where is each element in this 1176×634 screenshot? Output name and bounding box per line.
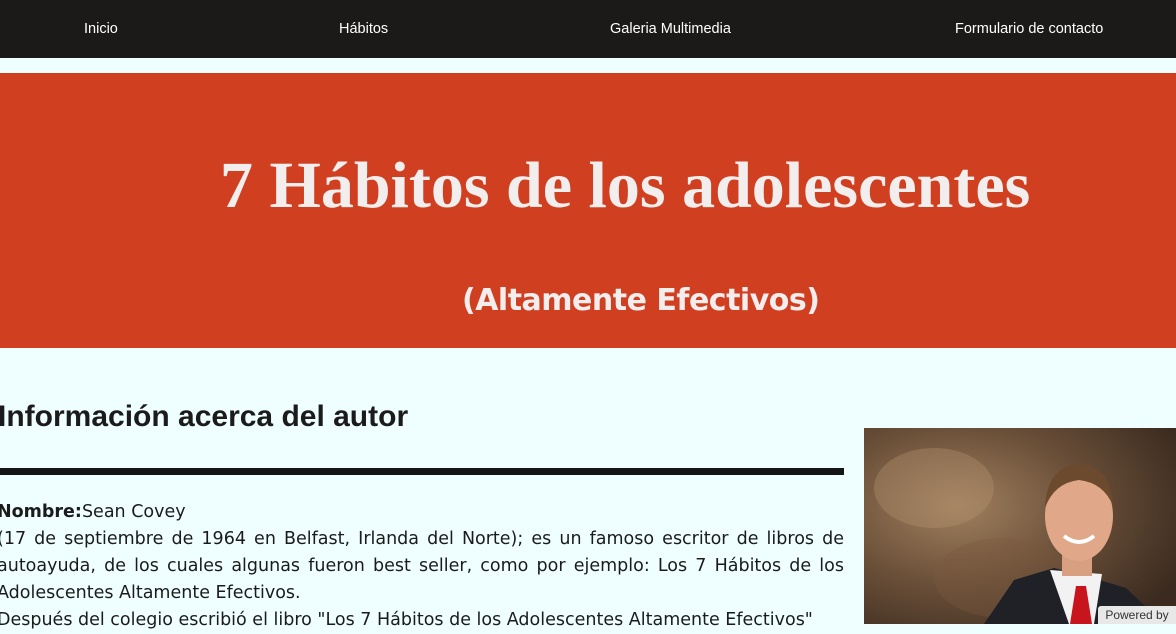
author-bio-paragraph: (17 de septiembre de 1964 en Belfast, Ir…	[0, 529, 844, 603]
author-name-line: Nombre:Sean Covey	[0, 499, 844, 526]
banner-subtitle: (Altamente Efectivos)	[462, 283, 820, 318]
author-name-value: Sean Covey	[81, 502, 186, 522]
nav-link-formulario-contacto[interactable]: Formulario de contacto	[955, 21, 1103, 37]
banner-title: 7 Hábitos de los adolescentes	[220, 149, 1031, 222]
header-banner: 7 Hábitos de los adolescentes (Altamente…	[0, 73, 1176, 348]
nav-link-inicio[interactable]: Inicio	[84, 21, 118, 37]
nav-link-galeria-multimedia[interactable]: Galeria Multimedia	[610, 21, 731, 37]
section-divider	[0, 468, 844, 475]
author-portrait-image	[864, 428, 1176, 624]
author-photo: Powered by	[864, 428, 1176, 624]
author-section-heading: Información acerca del autor	[0, 400, 409, 433]
top-navigation-bar: Inicio Hábitos Galeria Multimedia Formul…	[0, 0, 1176, 58]
author-name-label: Nombre:	[0, 502, 82, 522]
powered-by-badge[interactable]: Powered by	[1098, 606, 1176, 624]
nav-link-habitos[interactable]: Hábitos	[339, 21, 388, 37]
author-info-text: Nombre:Sean Covey (17 de septiembre de 1…	[0, 499, 844, 634]
author-bio-paragraph-2: Después del colegio escribió el libro "L…	[0, 610, 813, 630]
